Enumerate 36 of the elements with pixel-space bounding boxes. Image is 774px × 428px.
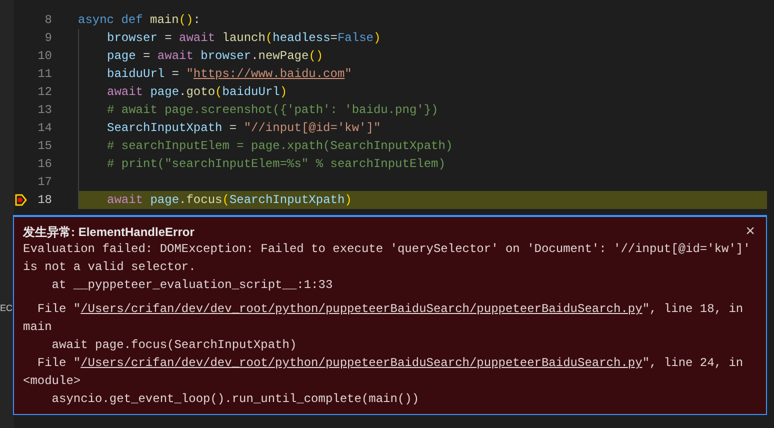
exception-message: at __pyppeteer_evaluation_script__:1:33 bbox=[50, 277, 334, 294]
exception-message: <module> bbox=[23, 373, 82, 390]
exception-message: main bbox=[23, 319, 53, 336]
exception-message: File "/Users/crifan/dev/dev_root/python/puppeteerBaiduSearch/puppeteerBaiduSearch.py", line 18, in bbox=[36, 301, 744, 318]
file-link[interactable]: /Users/crifan/dev/dev_root/python/puppeteerBaiduSearch/puppeteerBaiduSearch.py bbox=[80, 356, 642, 370]
exception-message: Evaluation failed: DOMException: Failed to execute 'querySelector' on 'Document': '//input[@id='kw']' bbox=[23, 241, 752, 258]
exception-title: 发生异常: ElementHandleError bbox=[23, 224, 194, 240]
file-link[interactable]: /Users/crifan/dev/dev_root/python/puppeteerBaiduSearch/puppeteerBaiduSearch.py bbox=[80, 302, 642, 316]
line-number: 16 bbox=[36, 156, 52, 173]
line-number: 14 bbox=[36, 120, 52, 137]
breakpoint-icon[interactable] bbox=[15, 194, 27, 206]
line-number: 9 bbox=[44, 30, 52, 47]
code-line: page = await browser.newPage() bbox=[107, 48, 324, 65]
code-line: async def main(): bbox=[78, 12, 200, 29]
panel-label: EC bbox=[0, 302, 14, 314]
line-number: 10 bbox=[36, 48, 52, 65]
close-button[interactable]: × bbox=[744, 224, 757, 240]
code-line: await page.focus(SearchInputXpath) bbox=[107, 192, 352, 209]
code-line: SearchInputXpath = "//input[@id='kw']" bbox=[107, 120, 381, 137]
line-number: 18 bbox=[36, 192, 52, 209]
exception-message: is not a valid selector. bbox=[23, 259, 197, 276]
line-number: 13 bbox=[36, 102, 52, 119]
exception-message: File "/Users/crifan/dev/dev_root/python/puppeteerBaiduSearch/puppeteerBaiduSearch.py", line 24, in bbox=[36, 355, 744, 372]
line-number: 15 bbox=[36, 138, 52, 155]
line-number: 11 bbox=[36, 66, 52, 83]
exception-message: await page.focus(SearchInputXpath) bbox=[50, 337, 298, 354]
code-line: browser = await launch(headless=False) bbox=[107, 30, 381, 47]
code-line: # await page.screenshot({'path': 'baidu.png'}) bbox=[107, 102, 438, 119]
code-line: baiduUrl = "https://www.baidu.com" bbox=[107, 66, 352, 83]
code-line: # print("searchInputElem=%s" % searchInputElem) bbox=[107, 156, 446, 173]
line-number: 8 bbox=[44, 12, 52, 29]
code-line: # searchInputElem = page.xpath(SearchInputXpath) bbox=[107, 138, 453, 155]
line-number: 17 bbox=[36, 174, 52, 191]
exception-message: asyncio.get_event_loop().run_until_complete(main()) bbox=[50, 391, 420, 408]
line-number: 12 bbox=[36, 84, 52, 101]
code-line: await page.goto(baiduUrl) bbox=[107, 84, 288, 101]
